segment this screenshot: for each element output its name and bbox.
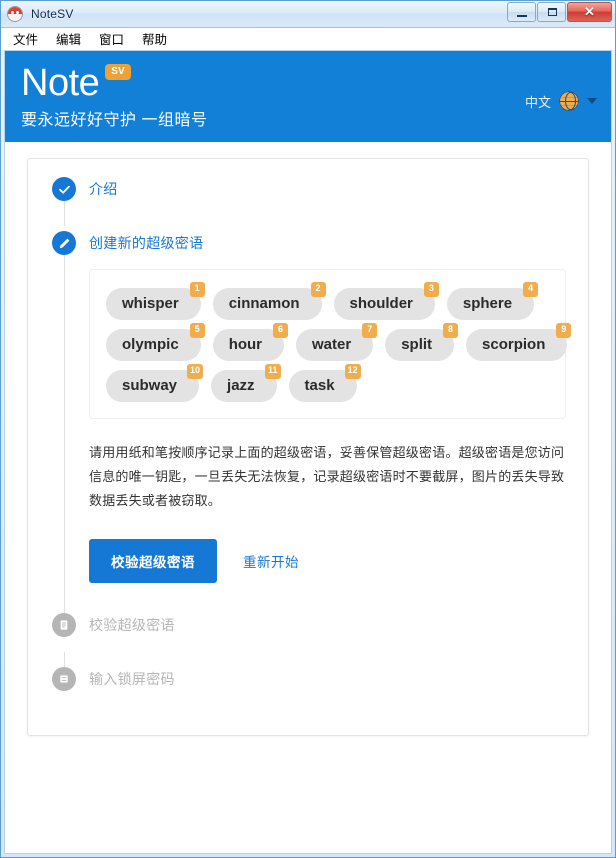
menu-file[interactable]: 文件 bbox=[11, 28, 40, 49]
passphrase-row: olympic 5 hour 6 water 7 split 8 scorpio… bbox=[106, 323, 572, 361]
menu-edit[interactable]: 编辑 bbox=[54, 28, 83, 49]
wizard-step-verify-label: 校验超级密语 bbox=[89, 617, 175, 633]
passphrase-word-text: cinnamon bbox=[228, 295, 300, 312]
document-icon bbox=[52, 613, 76, 637]
wizard-step-intro[interactable]: 介绍 bbox=[28, 177, 588, 201]
passphrase-word-index: 4 bbox=[523, 282, 539, 297]
passphrase-word-text: water bbox=[312, 336, 352, 353]
wizard-step-create-content: whisper 1 cinnamon 2 shoulder 3 sphere 4… bbox=[28, 255, 588, 583]
brand-badge: SV bbox=[105, 64, 131, 80]
application-window: NoteSV ✕ 文件 编辑 窗口 帮助 Note SV 要永远好好守护 一组暗… bbox=[0, 0, 616, 858]
wizard-step-verify: 校验超级密语 bbox=[28, 613, 588, 637]
window-controls: ✕ bbox=[507, 2, 612, 22]
passphrase-word: shoulder 3 bbox=[333, 282, 439, 320]
passphrase-word-index: 9 bbox=[556, 323, 572, 338]
language-selector[interactable]: 中文 bbox=[525, 91, 597, 111]
passphrase-word-index: 2 bbox=[310, 282, 326, 297]
wizard-step-create-label: 创建新的超级密语 bbox=[89, 235, 204, 251]
passphrase-panel: whisper 1 cinnamon 2 shoulder 3 sphere 4… bbox=[89, 269, 572, 419]
restart-link[interactable]: 重新开始 bbox=[243, 551, 299, 571]
wizard-step-lockcode-label: 输入锁屏密码 bbox=[89, 671, 175, 687]
chevron-down-icon bbox=[587, 98, 597, 104]
passphrase-word: jazz 11 bbox=[211, 364, 281, 402]
passphrase-word-index: 12 bbox=[344, 364, 361, 379]
wizard-step-intro-label: 介绍 bbox=[89, 181, 118, 197]
brand-name: Note bbox=[21, 62, 100, 104]
passphrase-row: subway 10 jazz 11 task 12 bbox=[106, 364, 549, 402]
passphrase-word-index: 10 bbox=[187, 364, 204, 379]
header-tagline: 要永远好好守护 一组暗号 bbox=[21, 112, 208, 129]
passphrase-word: split 8 bbox=[385, 323, 459, 361]
passphrase-word-text: split bbox=[401, 336, 433, 353]
wizard-step-create[interactable]: 创建新的超级密语 bbox=[28, 231, 588, 255]
step-actions: 校验超级密语 重新开始 bbox=[89, 539, 588, 583]
passphrase-word-text: olympic bbox=[122, 336, 179, 353]
passphrase-word-text: subway bbox=[122, 377, 178, 394]
title-bar: NoteSV ✕ bbox=[1, 1, 615, 28]
passphrase-row: whisper 1 cinnamon 2 shoulder 3 sphere 4 bbox=[106, 282, 549, 320]
passphrase-word-index: 5 bbox=[189, 323, 205, 338]
menu-window[interactable]: 窗口 bbox=[97, 28, 126, 49]
passphrase-notice: 请用用纸和笔按顺序记录上面的超级密语，妥善保管超级密语。超级密语是您访问信息的唯… bbox=[89, 445, 565, 508]
wizard-steps: 介绍 创建新的超级密语 whisper 1 cinnamon 2 shoulde… bbox=[28, 177, 588, 691]
passphrase-word-text: whisper bbox=[122, 295, 179, 312]
passphrase-word: task 12 bbox=[288, 364, 361, 402]
passphrase-word-text: sphere bbox=[462, 295, 513, 312]
passphrase-word-index: 1 bbox=[189, 282, 205, 297]
keypad-icon bbox=[52, 667, 76, 691]
passphrase-word: sphere 4 bbox=[446, 282, 539, 320]
brand: Note SV bbox=[21, 61, 593, 105]
passphrase-word: hour 6 bbox=[212, 323, 289, 361]
passphrase-word-index: 3 bbox=[423, 282, 439, 297]
check-icon bbox=[52, 177, 76, 201]
passphrase-word-rows: whisper 1 cinnamon 2 shoulder 3 sphere 4… bbox=[106, 282, 572, 402]
passphrase-word: water 7 bbox=[296, 323, 378, 361]
window-title: NoteSV bbox=[31, 7, 74, 21]
pencil-icon bbox=[52, 231, 76, 255]
minimize-icon bbox=[517, 15, 527, 17]
passphrase-word-index: 8 bbox=[443, 323, 459, 338]
close-icon: ✕ bbox=[584, 4, 595, 19]
maximize-button[interactable] bbox=[537, 2, 566, 22]
step-connector bbox=[63, 201, 65, 226]
passphrase-word: whisper 1 bbox=[106, 282, 205, 320]
maximize-icon bbox=[548, 8, 557, 16]
passphrase-word: olympic 5 bbox=[106, 323, 205, 361]
notesv-app-icon bbox=[7, 6, 23, 22]
step-connector bbox=[63, 250, 65, 628]
menu-bar: 文件 编辑 窗口 帮助 bbox=[1, 28, 615, 50]
passphrase-word: cinnamon 2 bbox=[212, 282, 326, 320]
wizard-card: 介绍 创建新的超级密语 whisper 1 cinnamon 2 shoulde… bbox=[27, 158, 589, 736]
passphrase-word-text: task bbox=[304, 377, 335, 394]
passphrase-word: subway 10 bbox=[106, 364, 204, 402]
passphrase-word-text: hour bbox=[228, 336, 263, 353]
passphrase-word: scorpion 9 bbox=[466, 323, 572, 361]
language-label: 中文 bbox=[524, 94, 551, 110]
menu-help[interactable]: 帮助 bbox=[140, 28, 169, 49]
page-body: 介绍 创建新的超级密语 whisper 1 cinnamon 2 shoulde… bbox=[5, 142, 611, 853]
passphrase-word-text: scorpion bbox=[482, 336, 546, 353]
passphrase-word-index: 6 bbox=[273, 323, 289, 338]
globe-icon bbox=[559, 91, 579, 111]
passphrase-word-text: shoulder bbox=[349, 295, 413, 312]
passphrase-word-text: jazz bbox=[227, 377, 255, 394]
verify-passphrase-button[interactable]: 校验超级密语 bbox=[89, 539, 217, 583]
client-area: Note SV 要永远好好守护 一组暗号 中文 介绍 创建新的超级密语 whis… bbox=[4, 50, 612, 854]
wizard-step-lockcode: 输入锁屏密码 bbox=[28, 667, 588, 691]
minimize-button[interactable] bbox=[507, 2, 536, 22]
app-header: Note SV 要永远好好守护 一组暗号 中文 bbox=[5, 51, 611, 142]
close-button[interactable]: ✕ bbox=[567, 2, 612, 22]
passphrase-word-index: 11 bbox=[265, 364, 281, 379]
passphrase-word-index: 7 bbox=[362, 323, 378, 338]
